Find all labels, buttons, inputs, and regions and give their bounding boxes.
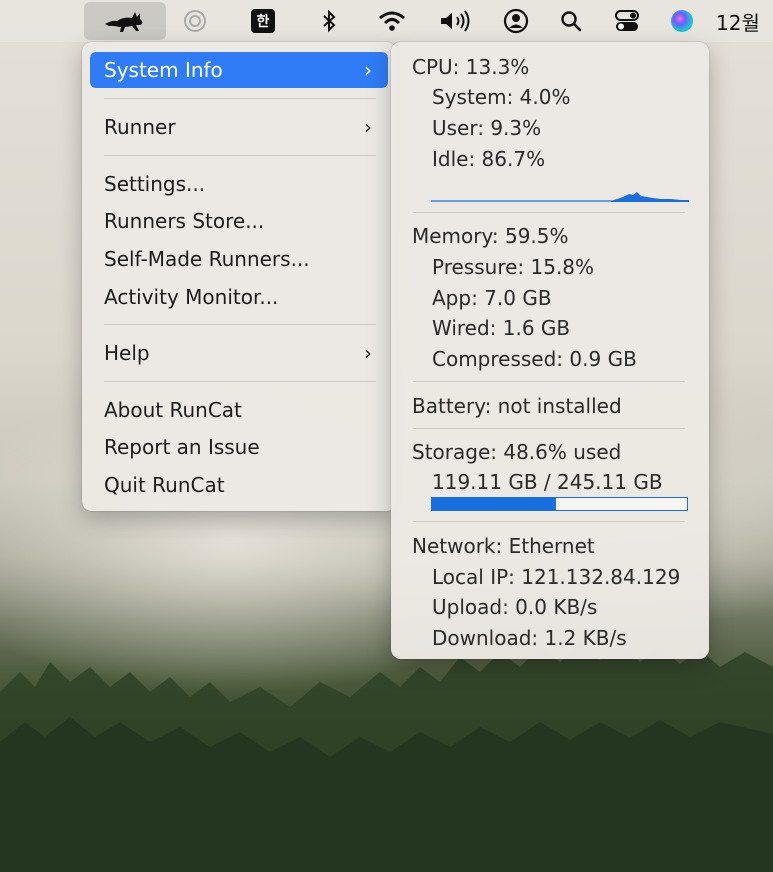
runcat-menu-extra[interactable] — [84, 2, 166, 40]
menu-separator — [104, 381, 376, 382]
memory-compressed: Compressed: 0.9 GB — [432, 347, 637, 371]
storage-title: Storage: 48.6% used — [412, 440, 622, 464]
battery-status: Battery: not installed — [412, 394, 622, 418]
moon-icon[interactable] — [178, 4, 212, 38]
menu-separator — [104, 98, 376, 99]
network-title: Network: Ethernet — [412, 534, 595, 558]
cpu-user: User: 9.3% — [432, 116, 542, 140]
volume-icon[interactable] — [436, 4, 476, 38]
storage-detail: 119.11 GB / 245.11 GB — [432, 470, 663, 494]
memory-title: Memory: 59.5% — [412, 224, 569, 248]
wifi-icon[interactable] — [374, 4, 410, 38]
siri-icon[interactable] — [666, 4, 698, 38]
menu-bar-clock[interactable]: 12월 — [716, 4, 773, 38]
menu-separator — [104, 155, 376, 156]
cpu-usage-graph — [431, 192, 689, 202]
menu-item-label: Settings... — [104, 172, 206, 196]
menu-item-label: Self-Made Runners... — [104, 247, 310, 271]
chevron-right-icon: › — [364, 341, 372, 365]
korean-input-label: 한 — [251, 9, 275, 33]
menu-item-label: Quit RunCat — [104, 473, 225, 497]
menu-item-quit[interactable]: Quit RunCat — [90, 467, 388, 503]
menu-item-label: Runners Store... — [104, 209, 265, 233]
network-download: Download: 1.2 KB/s — [432, 626, 627, 650]
menu-item-system-info[interactable]: System Info › — [90, 52, 388, 88]
network-local-ip: Local IP: 121.132.84.129 — [432, 565, 681, 589]
menu-bar: 한 12월 — [0, 0, 773, 42]
runcat-menu: System Info › Runner › Settings... Runne… — [82, 42, 396, 511]
menu-item-label: Help — [104, 341, 150, 365]
input-source-button[interactable]: 한 — [246, 4, 280, 38]
menu-item-settings[interactable]: Settings... — [90, 166, 388, 202]
menu-item-report-issue[interactable]: Report an Issue — [90, 429, 388, 465]
menu-item-runners-store[interactable]: Runners Store... — [90, 203, 388, 239]
control-center-icon[interactable] — [610, 4, 644, 38]
menu-item-runner[interactable]: Runner › — [90, 109, 388, 145]
storage-usage-fill — [432, 498, 556, 510]
user-account-icon[interactable] — [500, 4, 532, 38]
menu-separator — [104, 324, 376, 325]
network-upload: Upload: 0.0 KB/s — [432, 595, 598, 619]
bluetooth-icon[interactable] — [314, 4, 344, 38]
cpu-title: CPU: 13.3% — [412, 55, 530, 79]
section-separator — [413, 381, 685, 382]
section-separator — [413, 521, 685, 522]
section-separator — [413, 212, 685, 213]
menu-item-label: Activity Monitor... — [104, 285, 279, 309]
chevron-right-icon: › — [364, 115, 372, 139]
chevron-right-icon: › — [364, 58, 372, 82]
menu-item-self-made-runners[interactable]: Self-Made Runners... — [90, 241, 388, 277]
memory-app: App: 7.0 GB — [432, 286, 552, 310]
menu-item-activity-monitor[interactable]: Activity Monitor... — [90, 279, 388, 315]
menu-item-label: Report an Issue — [104, 435, 260, 459]
cpu-idle: Idle: 86.7% — [432, 147, 546, 171]
menu-item-about[interactable]: About RunCat — [90, 392, 388, 428]
menu-item-help[interactable]: Help › — [90, 335, 388, 371]
section-separator — [413, 428, 685, 429]
system-info-submenu: CPU: 13.3% System: 4.0% User: 9.3% Idle:… — [391, 42, 709, 659]
memory-wired: Wired: 1.6 GB — [432, 316, 571, 340]
menu-item-label: System Info — [104, 58, 223, 82]
spotlight-search-icon[interactable] — [556, 4, 586, 38]
storage-usage-bar — [431, 497, 688, 511]
running-cat-icon — [105, 12, 143, 32]
cpu-system: System: 4.0% — [432, 85, 571, 109]
menu-item-label: About RunCat — [104, 398, 242, 422]
memory-pressure: Pressure: 15.8% — [432, 255, 595, 279]
menu-item-label: Runner — [104, 115, 176, 139]
